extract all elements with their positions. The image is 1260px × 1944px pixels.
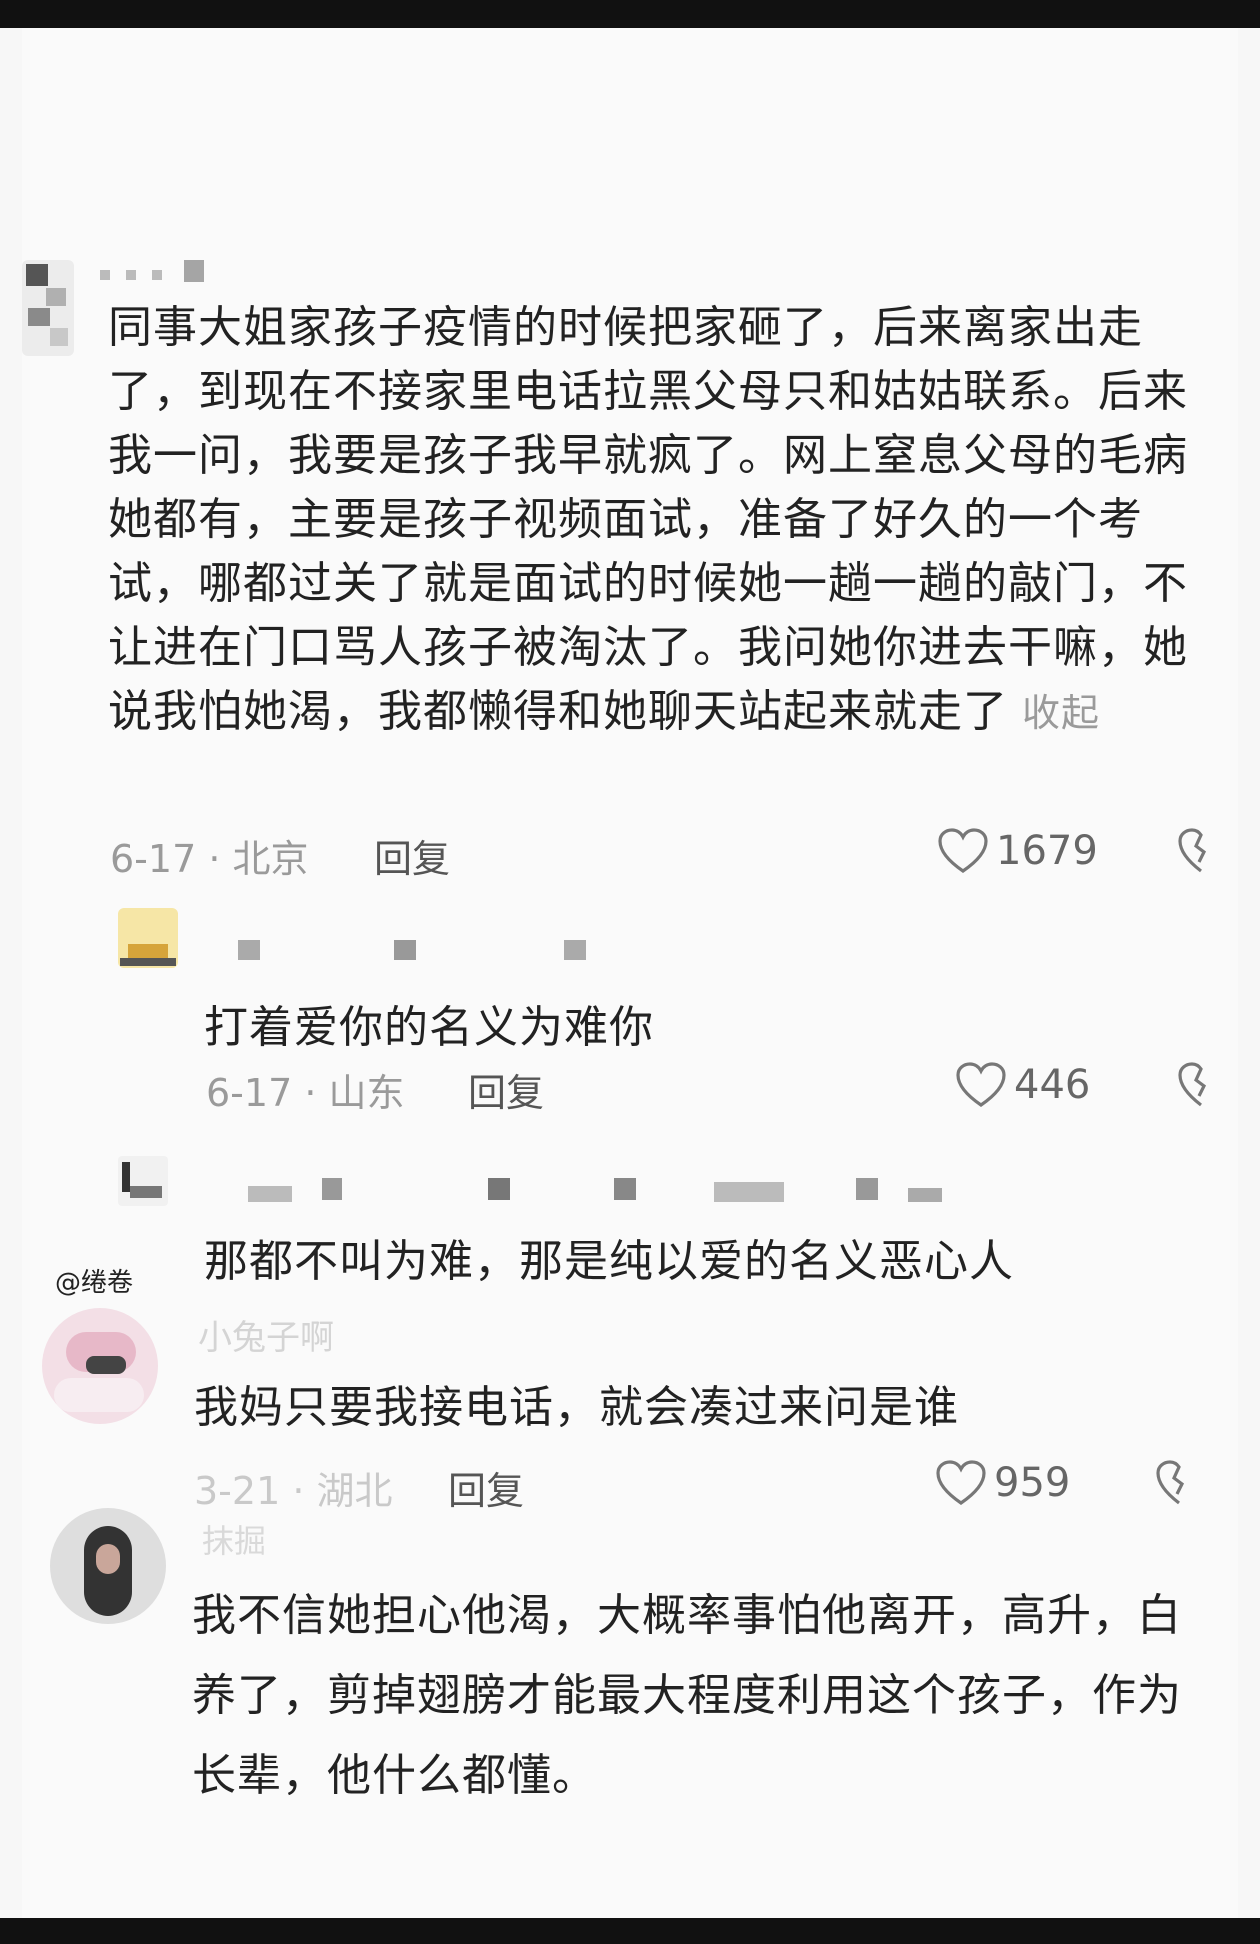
username[interactable]: 抹掘 [202, 1516, 266, 1562]
username-blurred [100, 260, 270, 286]
like-count: 1679 [996, 828, 1098, 874]
heart-icon [936, 1460, 986, 1505]
avatar[interactable] [22, 260, 74, 356]
comment-text: 打着爱你的名义为难你 [204, 1002, 654, 1053]
bottom-black-bar [0, 1918, 1260, 1944]
username-blurred [248, 1174, 1068, 1204]
username-blurred [238, 936, 708, 960]
comment-text: 同事大姐家孩子疫情的时候把家砸了，后来离家出走了，到现在不接家里电话拉黑父母只和… [108, 296, 1218, 745]
like-count: 959 [994, 1460, 1071, 1506]
reply-button[interactable]: 回复 [468, 1062, 544, 1117]
avatar[interactable] [118, 1156, 168, 1206]
username[interactable]: 小兔子啊 [198, 1310, 334, 1359]
like-count: 446 [1014, 1062, 1091, 1108]
like-button[interactable]: 1679 [938, 828, 1098, 874]
broken-heart-icon[interactable] [1178, 828, 1224, 874]
avatar[interactable] [50, 1508, 166, 1624]
like-button[interactable]: 959 [936, 1460, 1070, 1506]
collapse-link[interactable]: 收起 [1022, 691, 1100, 735]
author-credit: @绻卷 [55, 1268, 134, 1298]
heart-icon [956, 1062, 1006, 1107]
avatar[interactable] [118, 908, 178, 968]
reply-button[interactable]: 回复 [448, 1460, 524, 1515]
comment-meta: 3-21 · 湖北 [194, 1469, 393, 1513]
avatar[interactable] [42, 1308, 158, 1424]
comment-meta: 6-17 · 北京 [110, 837, 309, 881]
heart-icon [938, 828, 988, 873]
comment-meta: 6-17 · 山东 [206, 1071, 405, 1115]
comment-text: 那都不叫为难，那是纯以爱的名义恶心人 [204, 1236, 1014, 1287]
top-black-bar [0, 0, 1260, 28]
reply-button[interactable]: 回复 [374, 828, 450, 883]
comment-screenshot: 同事大姐家孩子疫情的时候把家砸了，后来离家出走了，到现在不接家里电话拉黑父母只和… [22, 28, 1238, 1918]
broken-heart-icon[interactable] [1178, 1062, 1224, 1108]
broken-heart-icon[interactable] [1156, 1460, 1202, 1506]
comment-text: 我妈只要我接电话，就会凑过来问是谁 [194, 1382, 959, 1433]
like-button[interactable]: 446 [956, 1062, 1090, 1108]
comment-text: 我不信她担心他渴，大概率事怕他离开，高升，白养了，剪掉翅膀才能最大程度利用这个孩… [192, 1590, 1182, 1801]
comment-body: 同事大姐家孩子疫情的时候把家砸了，后来离家出走了，到现在不接家里电话拉黑父母只和… [108, 302, 1188, 737]
